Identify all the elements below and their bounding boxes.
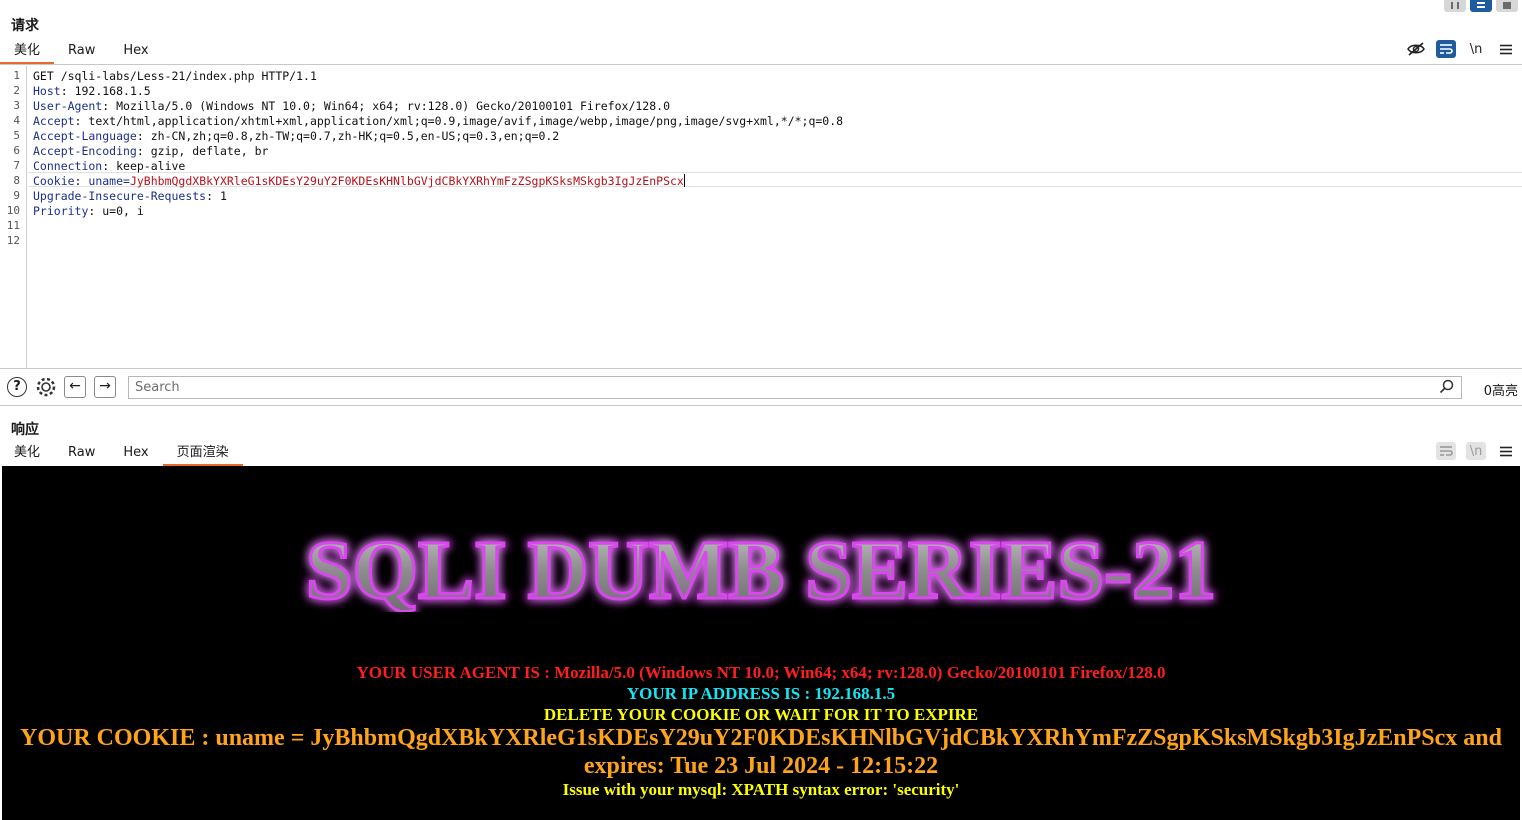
banner-text: SQLI DUMB SERIES-21 bbox=[306, 528, 1216, 612]
line-number: 4 bbox=[13, 114, 20, 127]
request-editor[interactable]: 1 2 3 4 5 6 7 8 9 10 11 12 GET /sqli-labs/Less-21/i… bbox=[0, 66, 1522, 368]
line-number: 6 bbox=[13, 144, 20, 157]
code-line: Cookie: uname=JyBhbmQgdXBkYXRleG1sKDEsY2… bbox=[33, 174, 685, 189]
response-title: 响应 bbox=[11, 422, 39, 438]
line-number-gutter: 1 2 3 4 5 6 7 8 9 10 11 12 bbox=[0, 66, 27, 368]
eye-off-icon[interactable] bbox=[1406, 40, 1426, 58]
header-name: Accept-Encoding bbox=[33, 144, 137, 158]
code-line: GET /sqli-labs/Less-21/index.php HTTP/1.… bbox=[33, 69, 317, 84]
header-separator: : bbox=[74, 114, 89, 128]
newline-icon[interactable]: \n bbox=[1466, 40, 1486, 58]
line-number: 5 bbox=[13, 129, 20, 142]
response-header: 响应 美化 Raw Hex 页面渲染 \n bbox=[0, 408, 1522, 466]
header-value: u=0, i bbox=[102, 204, 144, 218]
header-separator: : bbox=[206, 189, 220, 203]
line-number: 1 bbox=[13, 69, 20, 82]
response-tools: \n bbox=[1436, 442, 1516, 460]
header-value: gzip, deflate, br bbox=[150, 144, 269, 158]
search-icon[interactable] bbox=[1439, 379, 1454, 398]
header-separator: : bbox=[102, 99, 117, 113]
header-name: Cookie bbox=[33, 174, 75, 188]
header-value: text/html,application/xhtml+xml,applicat… bbox=[88, 114, 844, 128]
back-arrow-icon[interactable]: ← bbox=[64, 376, 86, 398]
line-number: 3 bbox=[13, 99, 20, 112]
header-name: Connection bbox=[33, 159, 103, 173]
header-separator: : bbox=[136, 129, 151, 143]
header-name: Upgrade-Insecure-Requests bbox=[33, 189, 207, 203]
response-tab-raw[interactable]: Raw bbox=[54, 442, 109, 466]
layout-switcher bbox=[1444, 0, 1518, 12]
code-line: Accept: text/html,application/xhtml+xml,… bbox=[33, 114, 843, 129]
code-line: Host: 192.168.1.5 bbox=[33, 84, 151, 99]
code-line: Accept-Language: zh-CN,zh;q=0.8,zh-TW;q=… bbox=[33, 129, 559, 144]
header-name: Accept-Language bbox=[33, 129, 137, 143]
line-number: 11 bbox=[6, 219, 20, 232]
response-tab-render[interactable]: 页面渲染 bbox=[162, 442, 243, 466]
code-line: Priority: u=0, i bbox=[33, 204, 144, 219]
forward-arrow-icon[interactable]: → bbox=[94, 376, 116, 398]
line-number: 9 bbox=[13, 189, 20, 202]
header-value: GET /sqli-labs/Less-21/index.php HTTP/1.… bbox=[33, 69, 317, 83]
banner-logo: SQLI DUMB SERIES-21 bbox=[2, 528, 1520, 612]
layout-columns-button[interactable] bbox=[1444, 0, 1466, 12]
header-name: Priority bbox=[33, 204, 89, 218]
search-input[interactable] bbox=[128, 376, 1462, 399]
header-value: zh-CN,zh;q=0.8,zh-TW;q=0.7,zh-HK;q=0.5,e… bbox=[150, 129, 560, 143]
request-tab-raw[interactable]: Raw bbox=[54, 40, 109, 64]
line-number: 12 bbox=[6, 234, 20, 247]
request-tab-pretty[interactable]: 美化 bbox=[0, 40, 55, 64]
code-line: Connection: keep-alive bbox=[33, 159, 185, 174]
wrap-icon[interactable] bbox=[1436, 40, 1456, 58]
request-tab-hex[interactable]: Hex bbox=[109, 40, 162, 64]
cookie-value: JyBhbmQgdXBkYXRleG1sKDEsY29uY2F0KDEsKHNl… bbox=[129, 174, 684, 188]
menu-icon[interactable] bbox=[1496, 40, 1516, 58]
header-name: User-Agent bbox=[33, 99, 103, 113]
request-title: 请求 bbox=[11, 18, 39, 34]
line-number: 10 bbox=[6, 204, 20, 217]
header-separator: : bbox=[136, 144, 151, 158]
text-caret bbox=[683, 174, 685, 187]
header-name: Accept bbox=[33, 114, 75, 128]
user-agent-message: YOUR USER AGENT IS : Mozilla/5.0 (Window… bbox=[356, 663, 1166, 682]
help-icon[interactable]: ? bbox=[6, 376, 28, 398]
code-line: Accept-Encoding: gzip, deflate, br bbox=[33, 144, 268, 159]
response-tab-pretty[interactable]: 美化 bbox=[0, 442, 54, 466]
line-number: 7 bbox=[13, 159, 20, 172]
header-divider bbox=[0, 64, 1522, 65]
mysql-error-message: Issue with your mysql: XPATH syntax erro… bbox=[562, 780, 960, 799]
delete-cookie-message: DELETE YOUR COOKIE OR WAIT FOR IT TO EXP… bbox=[543, 705, 979, 724]
cookie-message: YOUR COOKIE : uname = JyBhbmQgdXBkYXRleG… bbox=[20, 725, 1502, 779]
header-separator: : bbox=[102, 159, 117, 173]
response-tabs: 美化 Raw Hex 页面渲染 bbox=[0, 442, 243, 466]
header-name: Host bbox=[33, 84, 61, 98]
search-bar: ? ← → 0高亮 bbox=[0, 368, 1522, 406]
request-tools: \n bbox=[1406, 40, 1516, 58]
header-value: 1 bbox=[219, 189, 227, 203]
header-value: 192.168.1.5 bbox=[74, 84, 151, 98]
code-line: User-Agent: Mozilla/5.0 (Windows NT 10.0… bbox=[33, 99, 670, 114]
newline-icon[interactable]: \n bbox=[1466, 442, 1486, 460]
header-separator: : bbox=[88, 204, 103, 218]
layout-single-button[interactable] bbox=[1496, 0, 1518, 12]
cookie-key: uname= bbox=[88, 174, 130, 188]
gear-icon[interactable] bbox=[35, 376, 57, 398]
wrap-icon[interactable] bbox=[1436, 442, 1456, 460]
line-number: 8 bbox=[13, 174, 20, 187]
highlight-count: 0高亮 bbox=[1483, 384, 1518, 399]
menu-icon[interactable] bbox=[1496, 442, 1516, 460]
header-separator: : bbox=[60, 84, 75, 98]
header-value: Mozilla/5.0 (Windows NT 10.0; Win64; x64… bbox=[116, 99, 670, 113]
line-number: 2 bbox=[13, 84, 20, 97]
header-value: keep-alive bbox=[116, 159, 186, 173]
ip-address-message: YOUR IP ADDRESS IS : 192.168.1.5 bbox=[626, 684, 896, 703]
code-line: Upgrade-Insecure-Requests: 1 bbox=[33, 189, 227, 204]
header-separator: : bbox=[74, 174, 89, 188]
layout-rows-button[interactable] bbox=[1470, 0, 1492, 12]
rendered-page: SQLI DUMB SERIES-21 YOUR USER AGENT IS :… bbox=[2, 466, 1520, 820]
request-header: 请求 美化 Raw Hex \n bbox=[0, 0, 1522, 66]
response-tab-hex[interactable]: Hex bbox=[109, 442, 162, 466]
request-tabs: 美化 Raw Hex bbox=[0, 40, 163, 64]
